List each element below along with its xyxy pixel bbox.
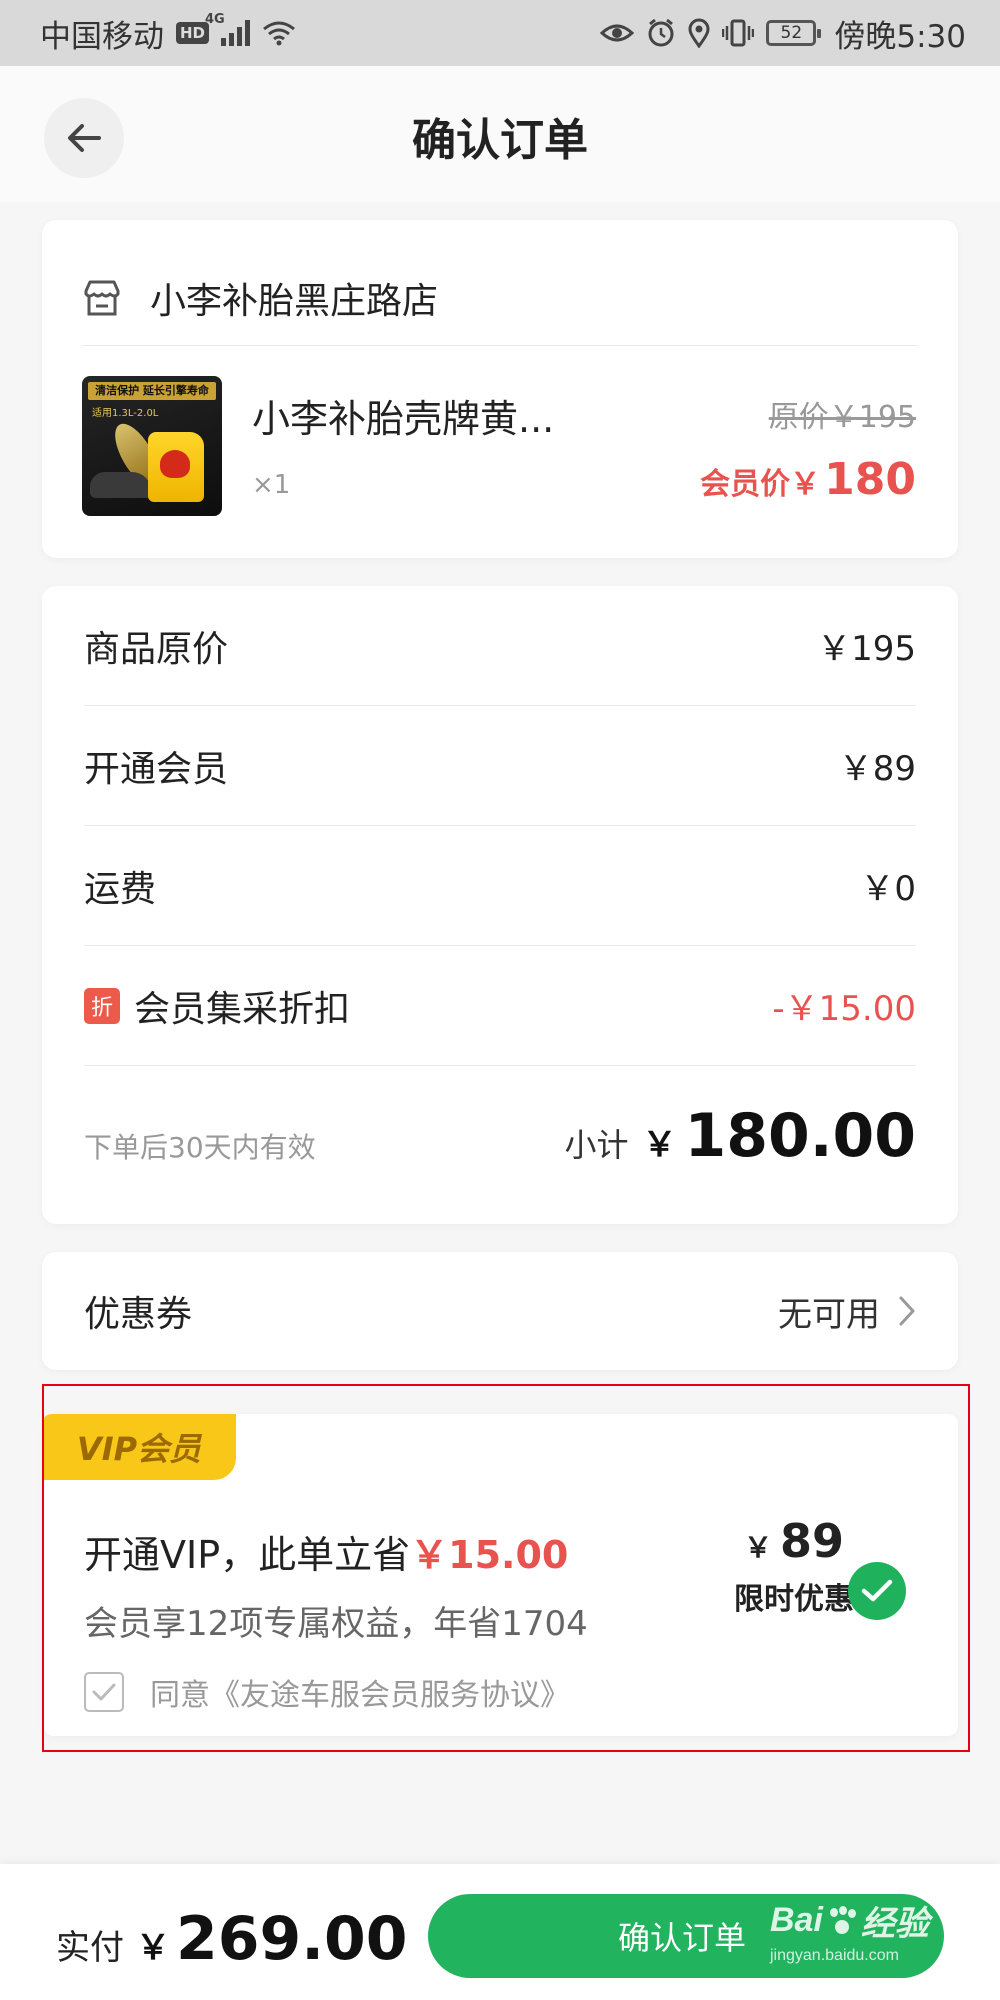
cellular-signal-icon: 4G [205,12,251,46]
fee-value: ￥89 [838,749,916,789]
fee-value: ￥195 [817,629,916,669]
order-item-card: 小李补胎黑庄路店 清洁保护 延长引擎寿命 适用1.3L-2.0L 小李补胎壳牌黄… [42,220,958,558]
page-title: 确认订单 [412,115,588,166]
agreement-link[interactable]: 同意《友途车服会员服务协议》 [150,1670,570,1714]
vip-offer-card[interactable]: VIP会员 开通VIP，此单立省￥15.00 会员享12项专属权益，年省1704… [42,1414,958,1736]
eye-icon [600,21,635,45]
subtotal-amount: 180.00 [684,1101,916,1171]
subtotal-currency: ￥ [642,1125,677,1165]
alarm-icon [646,18,676,48]
fee-value: ￥0 [860,869,916,909]
validity-note: 下单后30天内有效 [84,1131,316,1164]
subtotal: 小计 ￥ 180.00 [564,1101,916,1171]
coupon-card: 优惠券 无可用 [42,1252,958,1370]
location-icon [688,18,710,48]
price-breakdown-card: 商品原价 ￥195 开通会员 ￥89 运费 ￥0 折 会员集采折扣 -￥15.0… [42,586,958,1224]
coupon-right: 无可用 [778,1287,916,1336]
vip-saving-amount: ￥15.00 [410,1533,569,1577]
thumb-subtitle: 适用1.3L-2.0L [92,408,159,419]
battery-level: 52 [780,23,803,43]
fee-label: 运费 [84,868,157,910]
store-row[interactable]: 小李补胎黑庄路店 [82,250,918,346]
member-price: 会员价￥ 180 [700,454,916,505]
discount-value: -￥15.00 [772,989,916,1029]
agreement-checkbox[interactable] [84,1672,124,1712]
subtotal-label: 小计 [564,1126,629,1164]
product-name[interactable]: 小李补胎壳牌黄... [252,388,592,443]
coupon-row[interactable]: 优惠券 无可用 [84,1252,916,1370]
confirm-order-button[interactable]: 确认订单 [428,1894,944,1978]
pay-total: 实付 ￥ 269.00 [56,1904,408,1974]
check-icon [92,1683,116,1701]
vip-badge: VIP会员 [42,1414,236,1480]
fee-row-original-price: 商品原价 ￥195 [84,586,916,706]
status-bar: 中国移动 HD 4G 52 傍晚5:30 [0,0,1000,66]
product-quantity: ×1 [252,470,291,500]
fee-row-member-discount: 折 会员集采折扣 -￥15.00 [84,946,916,1066]
chevron-right-icon [899,1296,915,1326]
coupon-status: 无可用 [778,1294,880,1335]
pay-amount: 269.00 [176,1904,408,1974]
vip-price-amount: 89 [780,1514,845,1568]
status-bar-left: 中国移动 HD 4G [40,11,296,56]
vip-benefits-text: 会员享12项专属权益，年省1704 [84,1604,588,1644]
vip-agreement[interactable]: 同意《友途车服会员服务协议》 [84,1670,570,1714]
vip-price: ￥ 89 [704,1514,884,1568]
page-header: 确认订单 [0,66,1000,202]
wifi-icon [262,20,296,46]
fee-row-membership: 开通会员 ￥89 [84,706,916,826]
status-bar-right: 52 傍晚5:30 [600,11,966,56]
carrier-name: 中国移动 [40,18,164,55]
store-name: 小李补胎黑庄路店 [150,280,439,322]
vibrate-icon [722,18,755,48]
vip-selected-check-icon[interactable] [848,1562,906,1620]
original-price: 原价￥195 [768,400,916,435]
pay-label: 实付 [56,1928,124,1968]
pay-currency: ￥ [136,1928,170,1968]
thumb-oil-bottle [148,432,204,502]
member-price-label: 会员价￥ [700,467,821,502]
vip-headline-text: 开通VIP，此单立省 [84,1533,411,1577]
discount-label: 会员集采折扣 [134,988,351,1030]
vip-price-currency: ￥ [743,1531,772,1564]
network-type: 4G [205,12,225,27]
fee-label: 开通会员 [84,748,229,790]
checkout-bar: 实付 ￥ 269.00 确认订单 [0,1864,1000,2000]
product-image[interactable]: 清洁保护 延长引擎寿命 适用1.3L-2.0L [82,376,222,516]
fee-row-shipping: 运费 ￥0 [84,826,916,946]
thumb-car [90,472,152,498]
fee-label: 折 会员集采折扣 [84,980,350,1032]
fee-label: 商品原价 [84,628,229,670]
thumb-banner: 清洁保护 延长引擎寿命 [88,382,216,400]
coupon-label: 优惠券 [84,1294,193,1335]
vip-headline: 开通VIP，此单立省￥15.00 [84,1524,568,1579]
battery-icon: 52 [766,20,822,46]
member-price-value: 180 [824,454,916,505]
store-icon [84,280,120,315]
subtotal-row: 下单后30天内有效 小计 ￥ 180.00 [84,1066,916,1206]
clock-time: 傍晚5:30 [834,18,966,55]
discount-tag-icon: 折 [84,987,120,1024]
